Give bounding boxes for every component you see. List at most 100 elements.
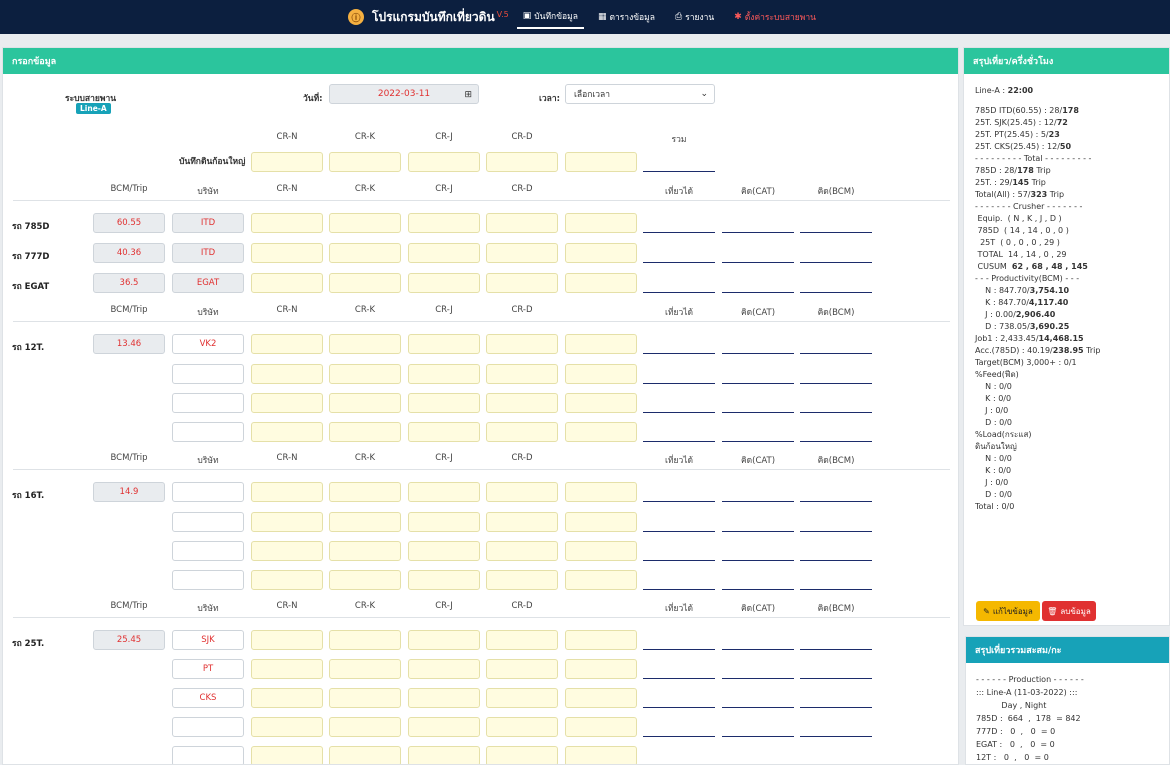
trip-input-crn[interactable]: [251, 688, 323, 708]
trip-input-crn[interactable]: [251, 630, 323, 650]
company-input[interactable]: [172, 393, 244, 413]
company-input[interactable]: [172, 364, 244, 384]
company-input[interactable]: [172, 482, 244, 502]
nav-report[interactable]: ⎙ รายงาน: [669, 6, 720, 28]
trip-input-crj[interactable]: [408, 213, 480, 233]
company-input[interactable]: [172, 541, 244, 561]
edit-data-button[interactable]: ✎ แก้ไขข้อมูล: [976, 601, 1040, 621]
trip-input-extra[interactable]: [565, 746, 637, 764]
trip-input-crj[interactable]: [408, 512, 480, 532]
trip-input-crk[interactable]: [329, 364, 401, 384]
trip-input-crj[interactable]: [408, 482, 480, 502]
trip-input-crj[interactable]: [408, 688, 480, 708]
trip-input-crn[interactable]: [251, 541, 323, 561]
trip-input-crk[interactable]: [329, 213, 401, 233]
trip-input-crn[interactable]: [251, 393, 323, 413]
trip-input-crk[interactable]: [329, 746, 401, 764]
trip-input-crd[interactable]: [486, 746, 558, 764]
trip-input-crj[interactable]: [408, 659, 480, 679]
trip-input-crd[interactable]: [486, 717, 558, 737]
date-input[interactable]: 2022-03-11 ⊞: [329, 84, 479, 104]
trip-input-crn[interactable]: [251, 364, 323, 384]
big-rock-input-4[interactable]: [565, 152, 637, 172]
trip-input-crk[interactable]: [329, 570, 401, 590]
trip-input-crk[interactable]: [329, 541, 401, 561]
big-rock-input-0[interactable]: [251, 152, 323, 172]
trip-input-extra[interactable]: [565, 273, 637, 293]
trip-input-extra[interactable]: [565, 393, 637, 413]
trip-input-crn[interactable]: [251, 334, 323, 354]
delete-data-button[interactable]: 🗑 ลบข้อมูล: [1042, 601, 1096, 621]
trip-input-crd[interactable]: [486, 541, 558, 561]
trip-input-crd[interactable]: [486, 422, 558, 442]
trip-input-crj[interactable]: [408, 273, 480, 293]
trip-input-crk[interactable]: [329, 630, 401, 650]
company-input[interactable]: CKS: [172, 688, 244, 708]
nav-table[interactable]: ▦ ตารางข้อมูล: [592, 6, 661, 28]
trip-input-crj[interactable]: [408, 717, 480, 737]
trip-input-extra[interactable]: [565, 213, 637, 233]
trip-input-crd[interactable]: [486, 273, 558, 293]
trip-input-crn[interactable]: [251, 746, 323, 764]
trip-input-crk[interactable]: [329, 273, 401, 293]
trip-input-crd[interactable]: [486, 243, 558, 263]
trip-input-crj[interactable]: [408, 422, 480, 442]
trip-input-crd[interactable]: [486, 630, 558, 650]
big-rock-input-3[interactable]: [486, 152, 558, 172]
trip-input-crn[interactable]: [251, 570, 323, 590]
nav-save[interactable]: ▣ บันทึกข้อมูล: [516, 5, 584, 29]
trip-input-crd[interactable]: [486, 334, 558, 354]
trip-input-crd[interactable]: [486, 659, 558, 679]
company-input[interactable]: [172, 746, 244, 764]
trip-input-extra[interactable]: [565, 243, 637, 263]
trip-input-crd[interactable]: [486, 393, 558, 413]
trip-input-crj[interactable]: [408, 541, 480, 561]
trip-input-crn[interactable]: [251, 482, 323, 502]
company-input[interactable]: [172, 422, 244, 442]
trip-input-crd[interactable]: [486, 512, 558, 532]
trip-input-extra[interactable]: [565, 334, 637, 354]
trip-input-crd[interactable]: [486, 364, 558, 384]
trip-input-crn[interactable]: [251, 213, 323, 233]
trip-input-crj[interactable]: [408, 630, 480, 650]
trip-input-crj[interactable]: [408, 364, 480, 384]
trip-input-crd[interactable]: [486, 688, 558, 708]
company-input[interactable]: SJK: [172, 630, 244, 650]
trip-input-extra[interactable]: [565, 422, 637, 442]
trip-input-crn[interactable]: [251, 717, 323, 737]
trip-input-crk[interactable]: [329, 512, 401, 532]
company-input[interactable]: PT: [172, 659, 244, 679]
trip-input-extra[interactable]: [565, 717, 637, 737]
trip-input-extra[interactable]: [565, 688, 637, 708]
company-input[interactable]: [172, 717, 244, 737]
trip-input-crd[interactable]: [486, 213, 558, 233]
trip-input-crk[interactable]: [329, 482, 401, 502]
trip-input-crj[interactable]: [408, 243, 480, 263]
trip-input-crk[interactable]: [329, 393, 401, 413]
nav-settings[interactable]: ✱ ตั้งค่าระบบสายพาน: [728, 6, 822, 28]
trip-input-extra[interactable]: [565, 512, 637, 532]
trip-input-crk[interactable]: [329, 717, 401, 737]
trip-input-crd[interactable]: [486, 570, 558, 590]
trip-input-crn[interactable]: [251, 422, 323, 442]
company-input[interactable]: [172, 512, 244, 532]
trip-input-crj[interactable]: [408, 393, 480, 413]
trip-input-crk[interactable]: [329, 688, 401, 708]
company-input[interactable]: VK2: [172, 334, 244, 354]
trip-input-crk[interactable]: [329, 243, 401, 263]
company-input[interactable]: [172, 570, 244, 590]
trip-input-crj[interactable]: [408, 570, 480, 590]
trip-input-crj[interactable]: [408, 746, 480, 764]
big-rock-input-1[interactable]: [329, 152, 401, 172]
trip-input-extra[interactable]: [565, 541, 637, 561]
trip-input-crn[interactable]: [251, 243, 323, 263]
trip-input-extra[interactable]: [565, 630, 637, 650]
trip-input-extra[interactable]: [565, 482, 637, 502]
trip-input-crj[interactable]: [408, 334, 480, 354]
trip-input-crn[interactable]: [251, 659, 323, 679]
time-select[interactable]: เลือกเวลา ⌄: [565, 84, 715, 104]
trip-input-crn[interactable]: [251, 273, 323, 293]
trip-input-extra[interactable]: [565, 659, 637, 679]
trip-input-crn[interactable]: [251, 512, 323, 532]
trip-input-crk[interactable]: [329, 422, 401, 442]
